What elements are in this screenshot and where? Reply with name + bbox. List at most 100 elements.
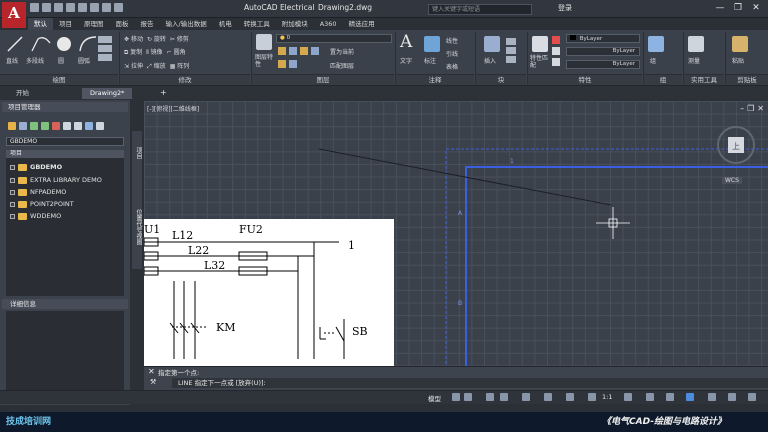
osnap-icon[interactable] <box>544 393 552 401</box>
lineweight-icon[interactable] <box>552 47 560 55</box>
application-menu-button[interactable]: A <box>2 2 26 28</box>
project-properties-icon[interactable] <box>52 122 60 130</box>
clipboard-panel-label[interactable]: 剪贴板 <box>726 74 768 85</box>
scale-button[interactable]: ⤢ 缩放 <box>147 61 166 71</box>
utilities-panel-label[interactable]: 实用工具 <box>684 74 724 85</box>
tab-featured-apps[interactable]: 精选应用 <box>343 18 381 30</box>
scale-value[interactable]: 1:1 <box>602 393 612 401</box>
publish-icon[interactable] <box>63 122 71 130</box>
circle-icon[interactable] <box>57 37 71 51</box>
tab-schematic[interactable]: 原理图 <box>78 18 110 30</box>
rectangle-icon[interactable] <box>98 36 112 43</box>
new-project-icon[interactable] <box>19 122 27 130</box>
project-combo[interactable]: GBDEMO <box>6 137 124 146</box>
start-tab[interactable]: 开始 <box>8 88 37 99</box>
open-project-icon[interactable] <box>8 122 16 130</box>
isodraft-icon[interactable] <box>522 393 530 401</box>
open-icon[interactable] <box>42 3 51 12</box>
workspace-icon[interactable] <box>114 3 123 12</box>
group-button[interactable]: 组 <box>650 56 656 65</box>
copy-button[interactable]: ⧉ 复制 <box>124 47 142 57</box>
customization-icon[interactable] <box>748 393 756 401</box>
new-tab-plus-icon[interactable]: + <box>160 88 167 97</box>
minimize-button[interactable]: — <box>714 3 726 14</box>
maximize-button[interactable]: ❐ <box>732 3 744 14</box>
tab-a360[interactable]: A360 <box>314 18 343 30</box>
login-button[interactable]: 登录 <box>558 3 572 13</box>
plot-project-icon[interactable] <box>74 122 82 130</box>
tab-default[interactable]: 默认 <box>28 18 53 30</box>
lineweight-toggle-icon[interactable] <box>566 393 574 401</box>
move-button[interactable]: ✥ 移动 <box>124 34 143 43</box>
tab-add-ins[interactable]: 附加模块 <box>276 18 314 30</box>
match-properties-button[interactable]: 特性匹配 <box>530 55 548 69</box>
text-icon[interactable]: A <box>400 32 412 52</box>
hatch-icon[interactable] <box>98 45 112 52</box>
annotation-scale-icon[interactable] <box>588 393 596 401</box>
tab-panel[interactable]: 面板 <box>110 18 135 30</box>
block-attributes-icon[interactable] <box>506 56 516 63</box>
make-current-button[interactable]: 置为当前 <box>330 47 354 56</box>
table-button[interactable]: 表格 <box>446 62 458 71</box>
tree-item-extra-library-demo[interactable]: EXTRA LIBRARY DEMO <box>10 175 102 185</box>
tree-item-gbdemo[interactable]: GBDEMO <box>10 162 62 172</box>
paste-icon[interactable] <box>732 36 748 52</box>
line-icon[interactable] <box>7 36 23 52</box>
quick-properties-icon[interactable] <box>686 393 694 401</box>
fillet-button[interactable]: ⌐ 圆角 <box>167 47 186 57</box>
circle-button[interactable]: 圆 <box>58 56 64 65</box>
trim-button[interactable]: ✂ 修剪 <box>170 34 189 43</box>
viewport-controls-label[interactable]: [-][俯视][二维线框] <box>147 104 199 113</box>
ellipse-icon[interactable] <box>98 54 112 61</box>
lineweight-dropdown[interactable]: ByLayer <box>566 60 640 69</box>
groups-panel-label[interactable]: 组 <box>644 74 682 85</box>
layer-lock-icon[interactable] <box>311 47 319 55</box>
layer-freeze-icon[interactable] <box>300 47 308 55</box>
wrench-icon[interactable]: ⚒ <box>150 378 156 386</box>
layer-dropdown[interactable]: ● 0 <box>276 34 392 43</box>
isolate-objects-icon[interactable] <box>728 393 736 401</box>
save-icon[interactable] <box>54 3 63 12</box>
redo-icon[interactable] <box>102 3 111 12</box>
grid-icon[interactable] <box>452 393 460 401</box>
mirror-button[interactable]: ⫴ 镜像 <box>146 47 162 57</box>
layer-off-icon[interactable] <box>278 47 286 55</box>
command-input[interactable]: LINE 指定下一点或 [放弃(U)]: <box>172 378 768 388</box>
tree-item-wddemo[interactable]: WDDEMO <box>10 211 61 221</box>
tab-conversion-tools[interactable]: 转换工具 <box>238 18 276 30</box>
side-tab-location-view[interactable]: 位置代号视图 <box>134 209 143 245</box>
plot-icon[interactable] <box>78 3 87 12</box>
save-as-icon[interactable] <box>66 3 75 12</box>
modify-panel-label[interactable]: 修改 <box>120 74 250 85</box>
create-block-icon[interactable] <box>506 38 516 45</box>
linetype-icon[interactable] <box>552 58 560 66</box>
measure-button[interactable]: 测量 <box>688 56 700 65</box>
tree-item-point2point[interactable]: POINT2POINT <box>10 199 74 209</box>
layer-walk-icon[interactable] <box>289 59 297 68</box>
refresh-icon[interactable] <box>41 122 49 130</box>
dimension-icon[interactable] <box>424 36 440 52</box>
ortho-icon[interactable] <box>486 393 494 401</box>
layer-on-icon[interactable] <box>278 59 286 68</box>
line-button[interactable]: 直线 <box>6 56 18 65</box>
arc-button[interactable]: 圆弧 <box>78 56 90 65</box>
gear-icon[interactable] <box>96 122 104 130</box>
expand-icon[interactable] <box>10 213 15 219</box>
units-icon[interactable] <box>666 393 674 401</box>
arc-icon[interactable] <box>79 36 97 52</box>
tab-project[interactable]: 项目 <box>53 18 78 30</box>
polar-icon[interactable] <box>500 393 508 401</box>
polyline-icon[interactable] <box>31 37 51 52</box>
layers-panel-label[interactable]: 图层 <box>252 74 394 85</box>
polyline-button[interactable]: 多段线 <box>26 56 44 65</box>
edit-block-icon[interactable] <box>506 47 516 54</box>
measure-icon[interactable] <box>688 36 704 52</box>
project-task-icon[interactable] <box>85 122 93 130</box>
drawing2-tab[interactable]: Drawing2* <box>82 88 133 99</box>
expand-icon[interactable] <box>10 201 15 207</box>
text-button[interactable]: 文字 <box>400 56 412 65</box>
match-properties-icon[interactable] <box>532 36 548 52</box>
draw-panel-label[interactable]: 绘图 <box>0 74 118 85</box>
expand-icon[interactable] <box>10 189 15 195</box>
viewport-restore-icon[interactable]: ❐ <box>747 104 754 113</box>
